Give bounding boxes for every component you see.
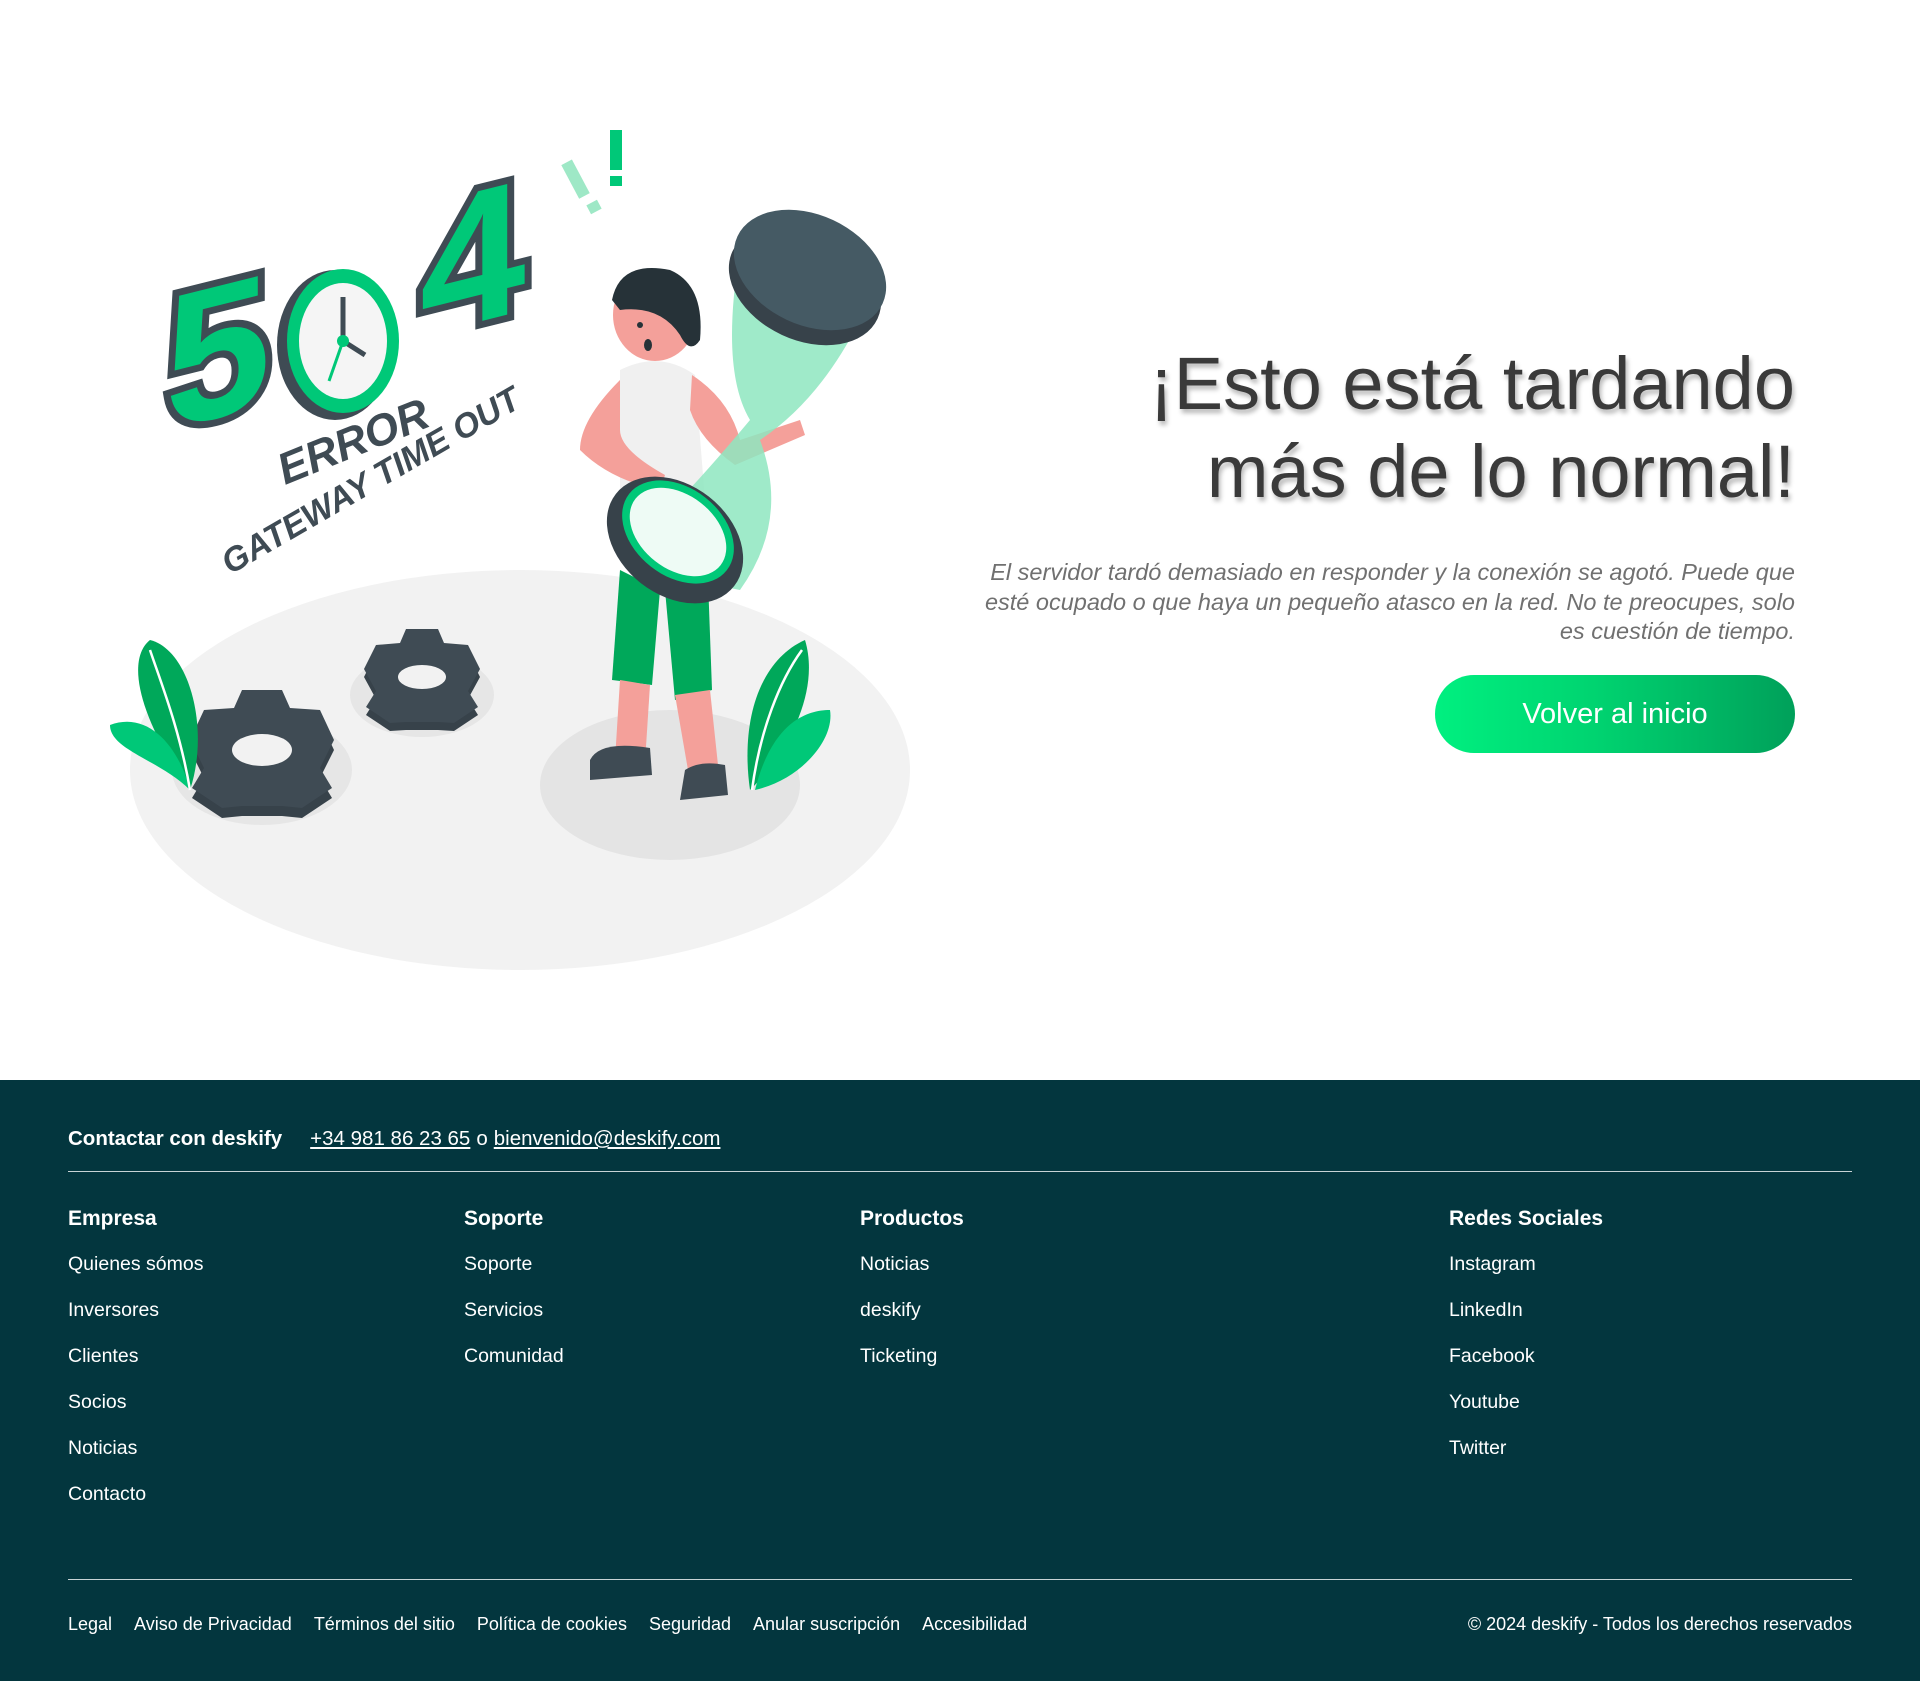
digit-5: 5 [165,231,271,470]
site-footer: Contactar con deskify +34 981 86 23 65 o… [0,1080,1920,1681]
clock-icon [277,269,399,420]
legal-link[interactable]: Legal [68,1614,112,1635]
column-title: Soporte [464,1207,544,1230]
phone-link[interactable]: +34 981 86 23 65 [310,1127,470,1151]
page-headline: ¡Esto está tardando más de lo normal! [975,340,1795,516]
column-title: Redes Sociales [1449,1207,1604,1230]
footer-link[interactable]: Clientes [68,1345,138,1367]
footer-divider-bottom [68,1579,1852,1580]
security-link[interactable]: Seguridad [649,1614,731,1635]
footer-link[interactable]: Noticias [68,1437,137,1459]
error-504-illustration: 5 4 ERROR GATEWAY TIME OUT [110,130,910,970]
social-link-linkedin[interactable]: LinkedIn [1449,1299,1523,1321]
column-title: Empresa [68,1207,157,1230]
footer-link[interactable]: Quienes sómos [68,1253,203,1275]
footer-link[interactable]: Soporte [464,1253,532,1275]
terms-link[interactable]: Términos del sitio [314,1614,455,1635]
social-link-youtube[interactable]: Youtube [1449,1391,1520,1413]
headline-line-1: ¡Esto está tardando [1149,342,1795,425]
unsubscribe-link[interactable]: Anular suscripción [753,1614,900,1635]
cookies-link[interactable]: Política de cookies [477,1614,627,1635]
footer-column-productos: Productos Noticias deskify Ticketing [860,1207,964,1390]
footer-link[interactable]: deskify [860,1299,921,1321]
exclamation-icon [561,130,622,215]
footer-column-redes-sociales: Redes Sociales Instagram LinkedIn Facebo… [1449,1207,1603,1482]
headline-line-2: más de lo normal! [1206,430,1795,513]
social-link-facebook[interactable]: Facebook [1449,1345,1535,1367]
footer-column-empresa: Empresa Quienes sómos Inversores Cliente… [68,1207,203,1528]
copyright-text: © 2024 deskify - Todos los derechos rese… [1467,1614,1852,1634]
back-home-button[interactable]: Volver al inicio [1435,674,1795,753]
contact-row: Contactar con deskify +34 981 86 23 65 o… [68,1127,720,1151]
footer-link[interactable]: Comunidad [464,1345,564,1367]
legal-links: Legal Aviso de Privacidad Términos del s… [68,1614,1049,1635]
social-link-twitter[interactable]: Twitter [1449,1437,1506,1459]
footer-link[interactable]: Noticias [860,1253,929,1275]
contact-title: Contactar con deskify [68,1127,283,1150]
footer-link[interactable]: Ticketing [860,1345,937,1367]
footer-link[interactable]: Socios [68,1391,127,1413]
email-link[interactable]: bienvenido@deskify.com [494,1127,721,1151]
contact-separator: o [476,1127,488,1150]
error-description: El servidor tardó demasiado en responder… [984,559,1795,644]
accessibility-link[interactable]: Accesibilidad [922,1614,1027,1635]
footer-link[interactable]: Contacto [68,1483,146,1505]
social-link-instagram[interactable]: Instagram [1449,1253,1536,1275]
footer-column-soporte: Soporte Soporte Servicios Comunidad [464,1207,564,1390]
digit-4: 4 [420,138,526,377]
footer-link[interactable]: Servicios [464,1299,543,1321]
hero-text-block: ¡Esto está tardando más de lo normal! El… [975,340,1795,753]
privacy-link[interactable]: Aviso de Privacidad [134,1614,292,1635]
footer-divider-top [68,1171,1852,1172]
hero-section: 5 4 ERROR GATEWAY TIME OUT ¡Esto está ta… [0,0,1920,1080]
column-title: Productos [860,1207,964,1230]
footer-link[interactable]: Inversores [68,1299,159,1321]
